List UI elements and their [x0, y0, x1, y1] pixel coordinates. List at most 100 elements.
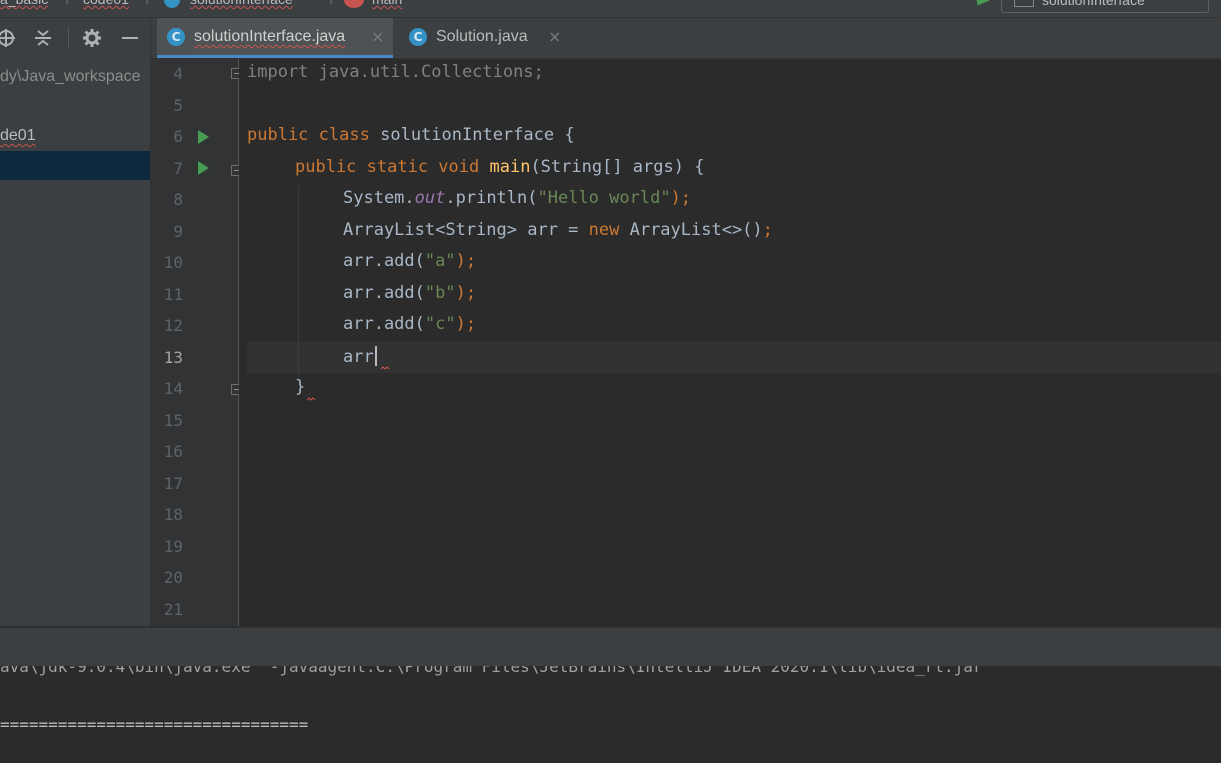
line-number: 10: [163, 253, 183, 272]
code-line-8: System.out.println("Hello world");: [343, 188, 691, 208]
error-squiggle: [381, 366, 390, 370]
line-number: 15: [163, 411, 183, 430]
run-configuration-select[interactable]: solutionInterface: [1001, 0, 1209, 13]
code-token: );: [455, 251, 477, 271]
code-line-13: arr: [343, 346, 377, 367]
code-token: new: [588, 220, 620, 240]
line-number: 17: [163, 474, 183, 493]
minimize-icon[interactable]: [120, 28, 140, 48]
code-token: ArrayList<>(): [619, 220, 763, 240]
java-class-icon: C: [409, 28, 427, 46]
run-console[interactable]: ava\jdk-9.0.4\bin\java.exe "-javaagent:C…: [0, 666, 1221, 763]
code-line-10: arr.add("a");: [343, 251, 476, 271]
code-token: "b": [424, 283, 456, 303]
code-token: "a": [424, 251, 456, 271]
code-token: );: [455, 314, 477, 334]
code-line-4: import java.util.Collections;: [247, 62, 544, 82]
text-caret: [374, 346, 377, 366]
tab-label: Solution.java: [436, 28, 528, 45]
code-line-11: arr.add("b");: [343, 283, 476, 303]
code-token: java.util.Collections;: [308, 62, 544, 82]
line-number: 12: [163, 316, 183, 335]
run-class-icon[interactable]: [198, 130, 209, 144]
tab-solution[interactable]: C Solution.java ×: [401, 18, 571, 58]
navigation-bar: a_basic / code01 / solutionInterface / m…: [0, 0, 1221, 18]
line-number: 5: [173, 96, 183, 115]
breadcrumb-separator: /: [146, 0, 150, 7]
code-token: }: [295, 377, 306, 397]
project-tree-selected-row[interactable]: [0, 151, 150, 180]
line-number: 6: [173, 127, 183, 146]
code-token: out: [414, 188, 446, 208]
console-cmd-clip: ava\jdk-9.0.4\bin\java.exe "-javaagent:C…: [0, 666, 1221, 678]
project-toolbar: [0, 18, 150, 58]
code-token: public: [247, 125, 309, 145]
code-token: solutionInterface: [380, 125, 555, 145]
code-token: ArrayList<String> arr =: [343, 220, 589, 240]
tab-label: solutionInterface.java: [194, 28, 346, 45]
code-token: main: [489, 157, 531, 177]
line-number: 21: [163, 600, 183, 619]
code-line-14: }: [295, 377, 305, 397]
breadcrumb-item[interactable]: a_basic: [0, 0, 48, 7]
code-token: );: [455, 283, 477, 303]
method-icon: [344, 0, 364, 8]
code-token: arr.add(: [343, 251, 425, 271]
line-number: 9: [173, 222, 183, 241]
line-number: 20: [163, 568, 183, 587]
run-main-icon[interactable]: [198, 161, 209, 175]
current-line-highlight: [247, 342, 1221, 373]
code-token: public static void: [295, 157, 480, 177]
code-line-12: arr.add("c");: [343, 314, 476, 334]
line-number: 4: [173, 64, 183, 83]
breadcrumb-separator: /: [66, 0, 70, 7]
editor-tabs: C solutionInterface.java × C Solution.ja…: [151, 18, 1221, 59]
code-token: "c": [424, 314, 456, 334]
close-icon[interactable]: ×: [371, 27, 384, 46]
line-number: 18: [163, 505, 183, 524]
project-root-path[interactable]: dy\Java_workspace: [0, 68, 141, 86]
code-token: class: [318, 125, 370, 145]
line-number: 14: [163, 379, 183, 398]
code-token: arr: [343, 347, 374, 367]
code-token: (String[] args) {: [530, 157, 705, 177]
project-panel: dy\Java_workspace de01: [0, 18, 151, 626]
indent-guide: [298, 186, 299, 376]
breadcrumb-item[interactable]: code01: [83, 0, 129, 7]
run-configuration-label: solutionInterface: [1042, 0, 1145, 8]
toolbar-divider: [68, 27, 69, 49]
breadcrumb-item[interactable]: main: [372, 0, 402, 7]
locate-icon[interactable]: [0, 28, 16, 48]
code-token: .println(: [445, 188, 538, 208]
run-config-icon: [1014, 0, 1034, 7]
tab-solutioninterface[interactable]: C solutionInterface.java ×: [157, 18, 393, 58]
line-number-current: 13: [163, 348, 183, 367]
code-token: System.: [343, 188, 415, 208]
code-token: import: [247, 62, 309, 82]
code-token: ;: [762, 220, 773, 240]
code-line-9: ArrayList<String> arr = new ArrayList<>(…: [343, 220, 773, 240]
close-icon[interactable]: ×: [548, 27, 561, 46]
breadcrumb-item[interactable]: solutionInterface: [190, 0, 293, 7]
code-token: "Hello world": [537, 188, 671, 208]
project-tree-module[interactable]: de01: [0, 127, 36, 145]
gear-icon[interactable]: [82, 28, 102, 48]
code-token: arr.add(: [343, 314, 425, 334]
line-number: 19: [163, 537, 183, 556]
code-token: arr.add(: [343, 283, 425, 303]
line-number: 16: [163, 442, 183, 461]
error-squiggle: [307, 397, 316, 401]
run-panel-header: [0, 627, 1221, 667]
line-number: 8: [173, 190, 183, 209]
code-token: {: [564, 125, 575, 145]
console-command-line: ava\jdk-9.0.4\bin\java.exe "-javaagent:C…: [0, 666, 983, 676]
collapse-all-icon[interactable]: [33, 28, 53, 48]
code-line-6: public class solutionInterface {: [247, 125, 575, 145]
build-icon[interactable]: [970, 0, 990, 10]
breadcrumb-separator: /: [330, 0, 334, 7]
code-line-7: public static void main(String[] args) {: [295, 157, 704, 177]
console-separator-line: ================================: [0, 715, 309, 734]
code-token: );: [670, 188, 692, 208]
class-icon: [164, 0, 180, 8]
line-number: 7: [173, 159, 183, 178]
